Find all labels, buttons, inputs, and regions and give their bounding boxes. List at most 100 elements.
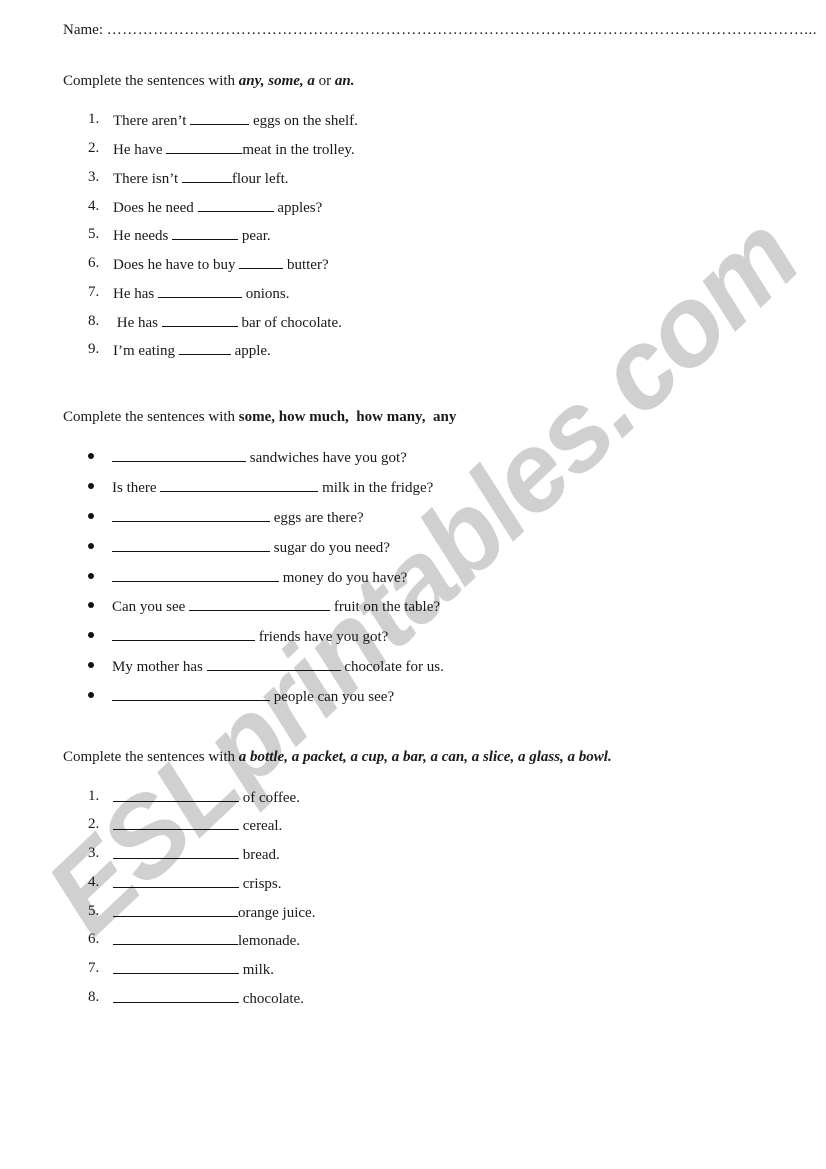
item-text-before: There aren’t [113,113,191,129]
answer-blank[interactable] [112,626,255,641]
item-text-after: cereal. [239,818,283,834]
answer-blank[interactable] [113,930,238,945]
item-text-after: eggs are there? [270,510,364,526]
item-text-after: people can you see? [270,689,395,705]
item-text-after: orange juice. [238,905,316,921]
instruction-keywords: any, some, a [238,73,315,89]
item-number: 5. [88,903,100,919]
item-text-after: meat in the trolley. [242,142,355,158]
item-number: 2. [88,816,100,832]
answer-blank[interactable] [112,447,246,462]
item-number: 5. [88,226,100,242]
item-text-after: apples? [273,200,323,216]
answer-blank[interactable] [172,225,239,240]
item-text-before: There isn’t [113,171,182,187]
bullet-icon [88,692,94,698]
item-number: 4. [88,198,100,214]
item-number: 9. [88,341,100,357]
item-text-after: pear. [238,228,271,244]
answer-blank[interactable] [206,656,341,671]
item-text-after: apple. [230,343,271,359]
answer-blank[interactable] [113,873,239,888]
item-number: 3. [88,169,100,185]
answer-blank[interactable] [112,686,270,701]
item-text-before: Does he need [113,200,198,216]
item-text-after: sandwiches have you got? [246,450,407,466]
answer-blank[interactable] [113,815,239,830]
item-text-after: butter? [283,257,329,273]
answer-blank[interactable] [158,283,242,298]
item-number: 8. [88,313,100,329]
answer-blank[interactable] [239,254,284,269]
item-text-before: I’m eating [113,343,179,359]
instruction-text: Complete the sentences with [63,73,239,89]
answer-blank[interactable] [113,902,238,917]
instruction-keywords: a bottle, a packet, a cup, a bar, a can,… [238,749,612,765]
name-dotted-line[interactable]: …………………………………………………………………………………………………………… [107,22,817,38]
item-text-after: milk in the fridge? [318,480,434,496]
instruction-keywords: an. [334,73,355,89]
item-number: 6. [88,931,100,947]
item-text-after: chocolate. [239,991,304,1007]
item-text-after: bar of chocolate. [237,315,342,331]
item-text-before: He have [113,142,167,158]
instruction-text: or [314,73,335,89]
item-number: 4. [88,874,100,890]
answer-blank[interactable] [112,507,270,522]
bullet-icon [88,453,94,459]
name-field[interactable]: Name: …………………………………………………………………………………………… [63,21,817,39]
bullet-icon [88,513,94,519]
answer-blank[interactable] [112,567,279,582]
item-text-before: Is there [112,480,161,496]
item-text-after: friends have you got? [255,629,389,645]
answer-blank[interactable] [112,537,270,552]
item-text-after: flour left. [231,171,289,187]
item-text-after: eggs on the shelf. [249,113,358,129]
item-number: 6. [88,255,100,271]
bullet-icon [88,632,94,638]
item-number: 7. [88,960,100,976]
bullet-icon [88,573,94,579]
answer-blank[interactable] [113,959,239,974]
name-label: Name: [63,22,103,38]
answer-blank[interactable] [178,340,231,355]
item-text-before: He has [113,286,158,302]
answer-blank[interactable] [197,197,274,212]
item-text-after: fruit on the table? [330,599,441,615]
section3-instruction: Complete the sentences with a bottle, a … [63,748,612,766]
bullet-icon [88,483,94,489]
bullet-icon [88,662,94,668]
item-text-before: My mother has [112,659,207,675]
instruction-text: Complete the sentences with [63,749,239,765]
answer-blank[interactable] [181,168,232,183]
item-text-before: He has [113,315,162,331]
item-number: 1. [88,788,100,804]
bullet-icon [88,543,94,549]
item-number: 7. [88,284,100,300]
item-text-after: of coffee. [239,790,300,806]
item-number: 2. [88,140,100,156]
instruction-keywords: some, how much, how many, any [238,409,457,425]
answer-blank[interactable] [160,477,319,492]
answer-blank[interactable] [166,139,243,154]
item-text-after: bread. [239,847,280,863]
item-text-after: sugar do you need? [270,540,390,556]
answer-blank[interactable] [161,312,238,327]
instruction-text: Complete the sentences with [63,409,239,425]
item-text-before: Can you see [112,599,190,615]
item-text-after: money do you have? [279,570,408,586]
item-text-after: onions. [242,286,290,302]
answer-blank[interactable] [113,844,239,859]
answer-blank[interactable] [189,596,331,611]
worksheet-page: ESLprintables.com Name: …………………………………………… [0,0,826,1169]
bullet-icon [88,602,94,608]
answer-blank[interactable] [190,110,250,125]
section1-instruction: Complete the sentences with any, some, a… [63,72,355,90]
answer-blank[interactable] [113,787,239,802]
item-text-after: chocolate for us. [340,659,444,675]
item-number: 8. [88,989,100,1005]
item-text-before: Does he have to buy [113,257,240,273]
answer-blank[interactable] [113,988,239,1003]
item-text-after: crisps. [239,876,282,892]
section2-instruction: Complete the sentences with some, how mu… [63,408,456,426]
